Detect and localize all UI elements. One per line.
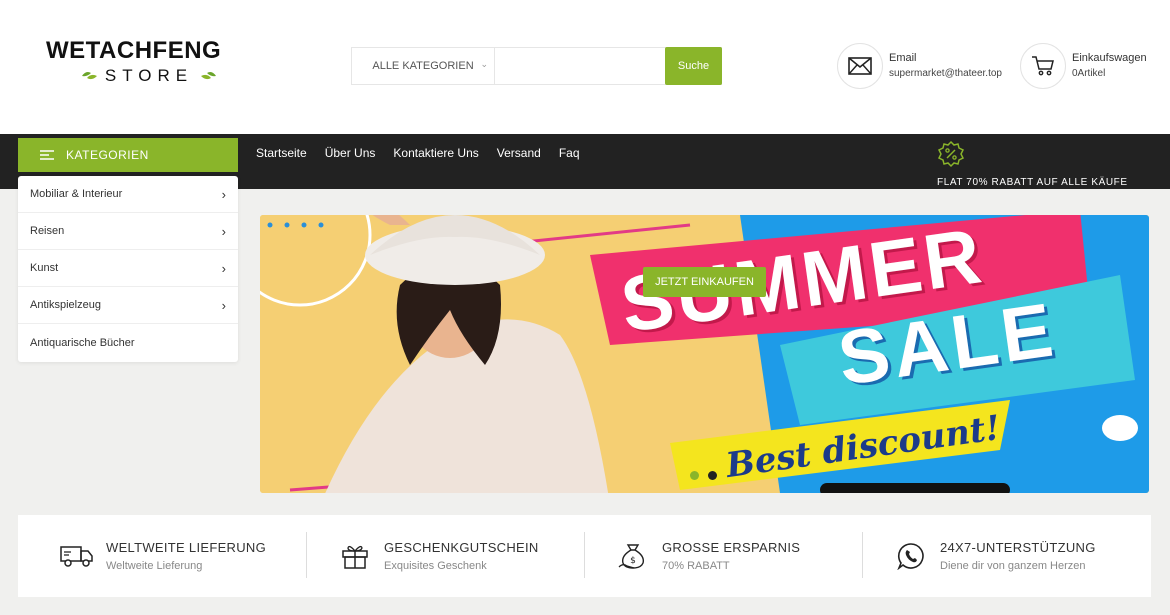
chevron-right-icon: › bbox=[221, 186, 226, 202]
feature-subtitle: Weltweite Lieferung bbox=[106, 560, 203, 572]
nav-link-contact[interactable]: Kontaktiere Uns bbox=[393, 146, 478, 160]
logo-main-text: WETACHFENG bbox=[46, 37, 222, 64]
cart-info[interactable]: Einkaufswagen 0Artikel bbox=[1020, 43, 1147, 89]
menu-icon bbox=[40, 150, 54, 160]
site-logo[interactable]: WETACHFENG STORE bbox=[46, 38, 256, 86]
feature-subtitle: Diene dir von ganzem Herzen bbox=[940, 560, 1086, 572]
nav-link-about[interactable]: Über Uns bbox=[325, 146, 376, 160]
promo-text: FLAT 70% RABATT AUF ALLE KÄUFE bbox=[937, 177, 1128, 188]
categories-button[interactable]: KATEGORIEN bbox=[18, 138, 238, 172]
chevron-right-icon: › bbox=[221, 297, 226, 313]
search-category-select[interactable]: ALLE KATEGORIEN ⌄ bbox=[352, 48, 495, 84]
cart-label: Einkaufswagen bbox=[1072, 52, 1147, 64]
gift-icon bbox=[336, 540, 374, 572]
categories-button-label: KATEGORIEN bbox=[66, 148, 149, 162]
email-info[interactable]: Email supermarket@thateer.top bbox=[837, 43, 1002, 89]
feature-gift: GESCHENKGUTSCHEIN Exquisites Geschenk bbox=[296, 532, 574, 578]
category-item-label: Antikspielzeug bbox=[30, 299, 101, 311]
features-strip: WELTWEITE LIEFERUNG Weltweite Lieferung … bbox=[18, 515, 1151, 597]
category-item-antique-books[interactable]: Antiquarische Bücher bbox=[18, 324, 238, 361]
search-button[interactable]: Suche bbox=[665, 47, 722, 85]
category-item-label: Antiquarische Bücher bbox=[30, 336, 135, 349]
leaf-icon bbox=[201, 72, 217, 80]
chevron-down-icon: ⌄ bbox=[480, 59, 488, 69]
envelope-icon bbox=[837, 43, 883, 89]
category-item-art[interactable]: Kunst › bbox=[18, 250, 238, 287]
truck-icon bbox=[58, 540, 96, 572]
category-item-antique-toys[interactable]: Antikspielzeug › bbox=[18, 287, 238, 324]
nav-links: Startseite Über Uns Kontaktiere Uns Vers… bbox=[256, 146, 580, 160]
shop-now-button[interactable]: JETZT EINKAUFEN bbox=[643, 267, 766, 297]
category-item-label: Kunst bbox=[30, 262, 59, 274]
cart-value: 0Artikel bbox=[1072, 68, 1106, 79]
email-label: Email bbox=[889, 52, 917, 64]
feature-shipping: WELTWEITE LIEFERUNG Weltweite Lieferung bbox=[18, 540, 296, 572]
carousel-dots bbox=[690, 471, 717, 480]
email-value: supermarket@thateer.top bbox=[889, 68, 1002, 79]
chevron-right-icon: › bbox=[221, 223, 226, 239]
category-dropdown: Mobiliar & Interieur › Reisen › Kunst › … bbox=[18, 176, 238, 362]
hero-banner[interactable]: SUMMER SALE Best discount! JETZT EINKAUF… bbox=[260, 215, 1149, 493]
nav-link-home[interactable]: Startseite bbox=[256, 146, 307, 160]
leaf-icon bbox=[81, 72, 97, 80]
site-header: WETACHFENG STORE ALLE KATEGORIEN ⌄ Suche… bbox=[0, 0, 1170, 134]
search-category-label: ALLE KATEGORIEN bbox=[372, 60, 474, 72]
nav-link-shipping[interactable]: Versand bbox=[497, 146, 541, 160]
feature-savings: $ GROSSE ERSPARNIS 70% RABATT bbox=[574, 532, 852, 578]
nav-link-faq[interactable]: Faq bbox=[559, 146, 580, 160]
feature-support: 24X7-UNTERSTÜTZUNG Diene dir von ganzem … bbox=[852, 532, 1130, 578]
category-item-furniture[interactable]: Mobiliar & Interieur › bbox=[18, 176, 238, 213]
discount-badge-icon bbox=[937, 140, 965, 168]
svg-text:$: $ bbox=[630, 556, 636, 566]
carousel-dot[interactable] bbox=[690, 471, 699, 480]
category-item-travel[interactable]: Reisen › bbox=[18, 213, 238, 250]
chevron-right-icon: › bbox=[221, 260, 226, 276]
whatsapp-icon bbox=[892, 540, 930, 572]
feature-title: WELTWEITE LIEFERUNG bbox=[106, 540, 267, 555]
category-item-label: Reisen bbox=[30, 225, 65, 237]
feature-title: GROSSE ERSPARNIS bbox=[662, 540, 801, 555]
carousel-dot[interactable] bbox=[708, 471, 717, 480]
feature-subtitle: 70% RABATT bbox=[662, 560, 730, 572]
money-bag-icon: $ bbox=[614, 540, 652, 572]
cart-icon bbox=[1020, 43, 1066, 89]
logo-sub: STORE bbox=[46, 66, 252, 86]
search-bar: ALLE KATEGORIEN ⌄ Suche bbox=[351, 47, 722, 85]
feature-title: GESCHENKGUTSCHEIN bbox=[384, 540, 539, 555]
category-item-label: Mobiliar & Interieur bbox=[30, 188, 123, 200]
search-input[interactable] bbox=[495, 48, 665, 84]
logo-sub-text: STORE bbox=[104, 66, 194, 85]
feature-subtitle: Exquisites Geschenk bbox=[384, 560, 487, 572]
feature-title: 24X7-UNTERSTÜTZUNG bbox=[940, 540, 1096, 555]
